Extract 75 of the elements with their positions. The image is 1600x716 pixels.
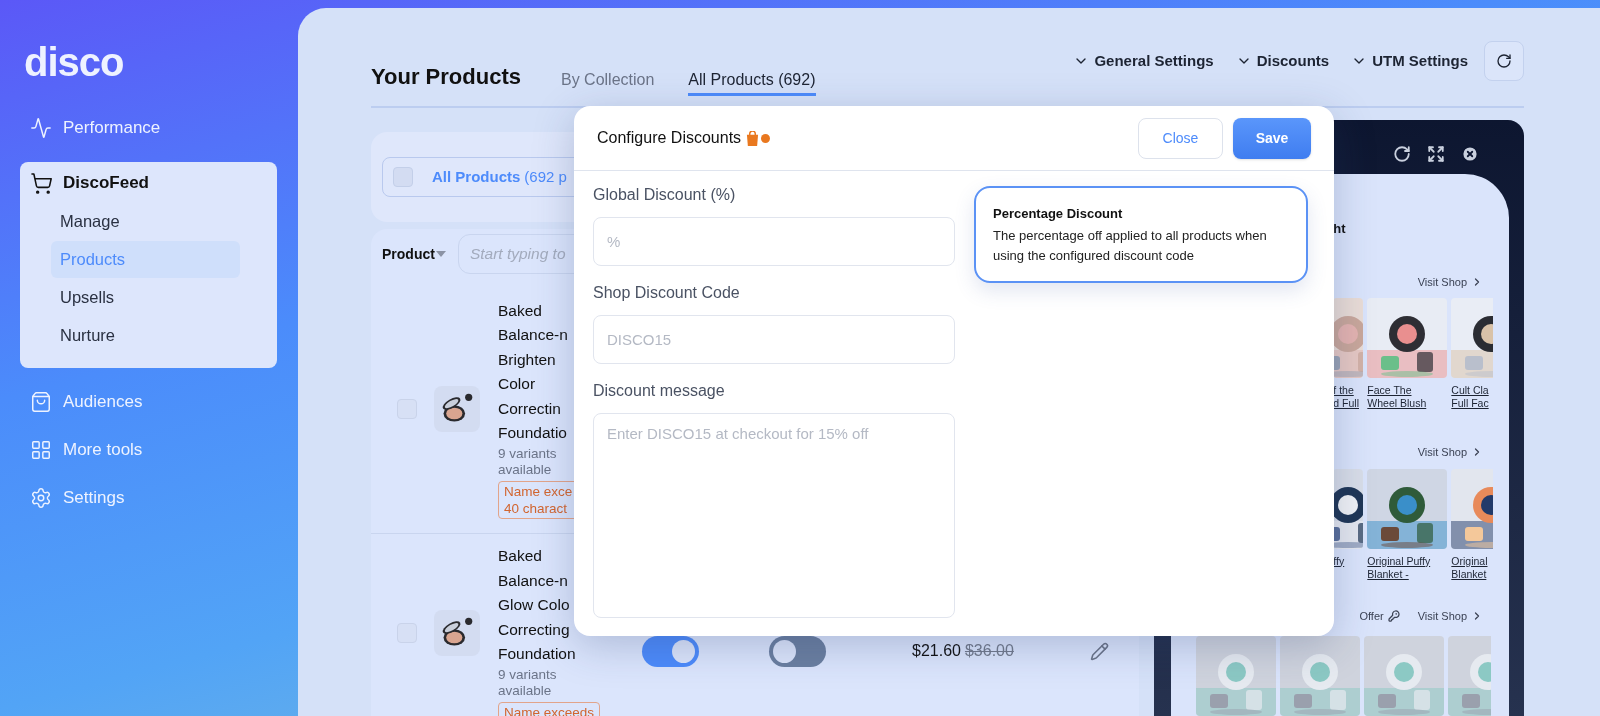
sale-price: $21.60 [912, 641, 961, 662]
visit-shop-link[interactable]: Visit Shop [1417, 273, 1483, 290]
field-label: Global Discount (%) [593, 185, 737, 205]
collection-count: (692 p [524, 166, 567, 187]
product-caption[interactable]: Blanket [1451, 567, 1494, 581]
product-caption[interactable]: Wheel Blush [1367, 397, 1448, 410]
product-name: Correctin [498, 398, 561, 419]
store-name: ht [1333, 220, 1346, 238]
logo[interactable]: disco [24, 40, 124, 84]
tooltip-title: Percentage Discount [993, 205, 1124, 223]
visit-shop-link[interactable]: Visit Shop [1417, 444, 1483, 461]
product-caption[interactable]: d Full [1333, 397, 1364, 410]
nav-subitem[interactable]: Manage [51, 203, 240, 240]
product-caption[interactable]: Original [1451, 554, 1494, 568]
product-caption[interactable]: Face The [1367, 384, 1448, 397]
refresh-icon [1496, 53, 1512, 69]
select-all-checkbox[interactable] [393, 167, 413, 187]
compact-thumbnail [434, 610, 480, 657]
product-caption[interactable]: Blanket - [1367, 567, 1448, 581]
refresh-button[interactable] [1484, 41, 1524, 81]
variants-count: 9 variants available [498, 445, 558, 478]
variants-count: 9 variants available [498, 666, 558, 699]
product-name: Foundation [498, 644, 576, 664]
nav-item[interactable]: Performance [20, 104, 277, 152]
text-field[interactable]: % [593, 217, 955, 266]
product-name: Baked [498, 546, 542, 566]
edit-icon[interactable] [1090, 641, 1110, 661]
shopping-bag-icon [746, 130, 760, 146]
column-header[interactable]: Product [382, 243, 435, 265]
settings-dropdown[interactable]: UTM Settings [1351, 49, 1468, 73]
dialog-title: Configure Discounts [597, 128, 742, 148]
product-caption[interactable]: Cult Cla [1451, 384, 1494, 397]
field-label: Discount message [593, 381, 726, 401]
product-name: Brighten [498, 349, 556, 370]
settings-icon [30, 487, 52, 509]
product-caption[interactable]: Original Puffy [1367, 554, 1448, 568]
product-name: Glow Colo [498, 595, 570, 615]
grid-icon [30, 439, 52, 461]
text-field[interactable]: DISCO15 [593, 315, 955, 364]
nav-item[interactable]: DiscoFeed [20, 164, 277, 202]
cart-icon [30, 171, 53, 195]
product-name: Balance-n [498, 325, 568, 345]
product-name: Correcting [498, 619, 570, 640]
reload-icon[interactable] [1393, 145, 1411, 163]
product-caption[interactable]: Full Fac [1451, 397, 1494, 410]
product-name: Color [498, 374, 536, 394]
field-label: Shop Discount Code [593, 283, 741, 303]
fullscreen-icon[interactable] [1427, 145, 1445, 163]
collection-name: All Products [432, 166, 521, 187]
page-title: Your Products [371, 63, 521, 91]
compact-thumbnail [434, 385, 480, 432]
tooltip-text: The percentage off applied to all products when using the configured discount code [993, 226, 1268, 265]
settings-dropdown[interactable]: Discounts [1235, 49, 1330, 73]
bag-icon [30, 391, 52, 413]
pulse-icon [30, 117, 52, 139]
nav-subitem[interactable]: Upsells [51, 279, 240, 316]
visit-shop-link[interactable]: Visit Shop [1417, 607, 1483, 624]
offer-label: Offer [1359, 608, 1384, 624]
close-icon[interactable] [1461, 145, 1479, 163]
key-icon [1387, 609, 1400, 622]
toggle-switch[interactable] [769, 635, 826, 667]
settings-dropdown[interactable]: General Settings [1073, 49, 1214, 73]
view-tab[interactable]: All Products (692) [688, 68, 816, 96]
product-name: Baked [498, 300, 542, 321]
product-caption[interactable]: ffy [1333, 554, 1364, 568]
product-caption[interactable]: f the [1333, 384, 1364, 397]
message-field[interactable]: Enter DISCO15 at checkout for 15% off [593, 413, 955, 618]
product-name: Foundatio [498, 423, 567, 443]
warning-badge: Name exceeds [498, 701, 601, 716]
nav-subitem[interactable]: Nurture [51, 317, 240, 354]
caret-icon[interactable] [435, 251, 446, 257]
view-tab[interactable]: By Collection [560, 68, 655, 96]
product-name: Balance-n [498, 570, 568, 591]
toggle-switch[interactable] [642, 635, 699, 667]
original-price: $36.00 [964, 641, 1014, 662]
